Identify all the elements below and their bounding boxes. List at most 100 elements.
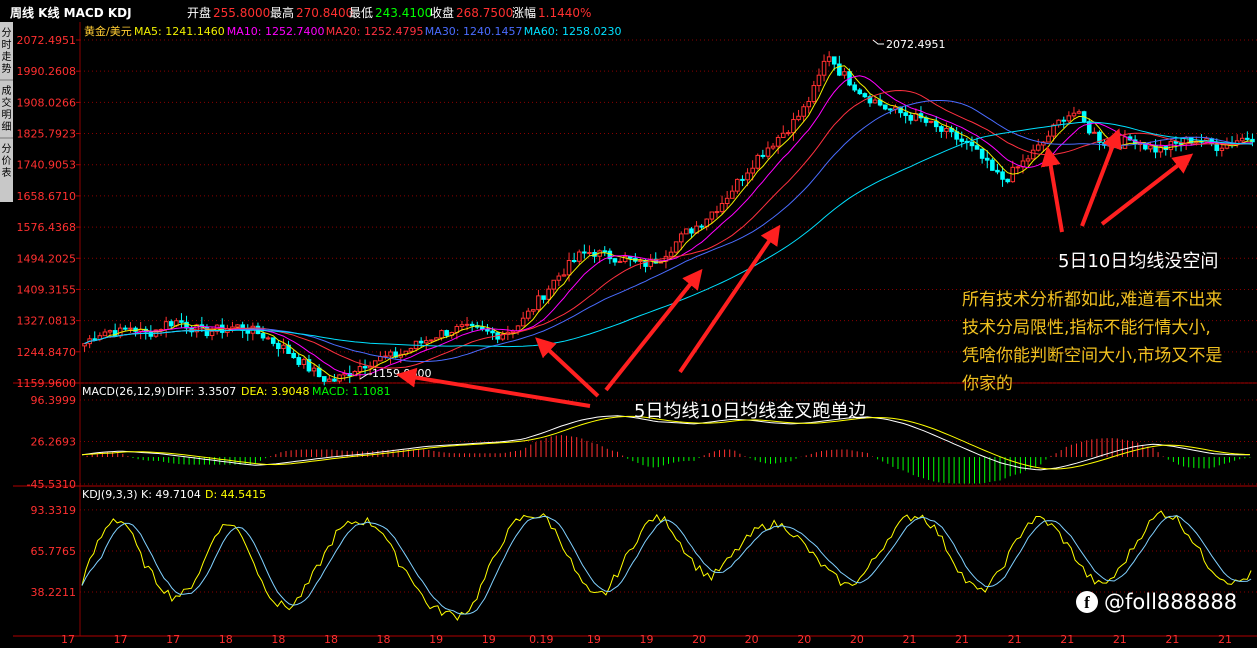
low-value: 243.4100 — [375, 6, 432, 20]
kdj-axis-label: 38.2211 — [31, 586, 77, 599]
macd-axis-label: 26.2693 — [31, 436, 77, 449]
candle-body — [940, 127, 944, 132]
side-tab-char: 交 — [2, 96, 12, 109]
change-label: 涨幅 — [512, 5, 536, 20]
candle-body — [1006, 179, 1010, 181]
ma-legend-item: MA20: 1252.4795 — [326, 25, 424, 38]
time-axis-label: 18 — [271, 633, 285, 644]
candle-body — [297, 358, 301, 365]
side-tab-char: 价 — [2, 155, 12, 167]
ma-legend-item: MA30: 1240.1457 — [425, 25, 523, 38]
candle-body — [771, 146, 775, 148]
macd-macd-value: MACD: 1.1081 — [312, 385, 391, 398]
candle-body — [124, 328, 128, 329]
candle-body — [889, 109, 893, 110]
kdj-axis: 93.3319 65.7765 38.2211 — [31, 504, 1257, 599]
max-price-callout: 2072.4951 — [873, 38, 946, 51]
side-tab-char: 分 — [2, 27, 12, 39]
kdj-axis-label: 93.3319 — [31, 504, 77, 517]
time-axis-label: 18 — [219, 633, 233, 644]
candle-body — [1026, 159, 1030, 161]
candle-body — [822, 61, 826, 75]
candle-body — [108, 331, 112, 332]
candle-body — [465, 324, 469, 325]
arrow-4 — [680, 228, 778, 372]
time-axis-label: 20 — [692, 633, 706, 644]
macd-axis-label: 96.3999 — [31, 394, 77, 407]
time-axis-label: 20 — [797, 633, 811, 644]
kdj-axis-label: 65.7765 — [31, 545, 77, 558]
arrow-7 — [1102, 156, 1190, 224]
candle-body — [741, 179, 745, 180]
candle-body — [424, 341, 428, 343]
candle-body — [613, 259, 617, 262]
side-tab-char: 势 — [2, 62, 12, 75]
candle-body — [562, 275, 566, 276]
ma-legend: MA5: 1241.1460MA10: 1252.7400MA20: 1252.… — [134, 25, 622, 38]
time-axis-label: 21 — [1113, 633, 1127, 644]
candle-body — [317, 368, 321, 376]
side-tab-char: 明 — [2, 109, 12, 121]
open-label: 开盘 — [187, 5, 211, 20]
candle-body — [271, 338, 275, 344]
price-axis-label: 1658.6710 — [17, 190, 77, 203]
arrow-6 — [1082, 132, 1118, 226]
candle-body — [430, 340, 434, 341]
candle-body — [843, 72, 847, 75]
candle-body — [236, 325, 240, 327]
candle-body — [1067, 116, 1071, 121]
candle-body — [710, 212, 714, 219]
time-axis: 1717171818181819190.19191920202020212121… — [61, 633, 1232, 644]
candle-body — [970, 142, 974, 145]
candle-body — [909, 115, 913, 120]
candle-body — [1062, 120, 1066, 121]
candle-body — [333, 379, 337, 381]
candle-body — [715, 212, 719, 213]
candle-body — [679, 234, 683, 242]
candle-body — [277, 343, 281, 348]
price-axis-label: 1409.3155 — [17, 283, 77, 296]
candle-body — [363, 367, 367, 368]
candle-body — [781, 133, 785, 137]
watermark: f @foll888888 — [1076, 590, 1237, 614]
candle-body — [302, 360, 306, 365]
candle-body — [761, 155, 765, 156]
candle-body — [389, 352, 393, 356]
facebook-icon: f — [1076, 591, 1098, 613]
candle-body — [440, 331, 444, 338]
candle-body — [996, 170, 1000, 172]
candle-body — [792, 120, 796, 133]
candle-body — [149, 332, 153, 336]
side-tab-char: 表 — [2, 166, 12, 179]
candle-body — [690, 229, 694, 233]
side-tab-char: 成 — [2, 85, 12, 97]
candle-body — [322, 377, 326, 382]
arrow-5 — [1048, 150, 1062, 232]
time-axis-label: 20 — [745, 633, 759, 644]
candle-body — [1001, 172, 1005, 179]
candle-body — [807, 102, 811, 107]
candle-body — [934, 121, 938, 126]
candle-body — [486, 329, 490, 331]
candle-body — [929, 121, 933, 122]
price-axis-label: 1908.0266 — [17, 96, 77, 109]
candle-body — [282, 345, 286, 348]
price-axis-label: 1327.0813 — [17, 315, 77, 328]
candle-body — [103, 332, 107, 336]
caption-no-room: 5日10日均线没空间 — [1058, 250, 1218, 274]
candle-body — [542, 296, 546, 299]
candle-body — [358, 367, 362, 372]
candle-body — [817, 75, 821, 85]
candle-body — [776, 137, 780, 146]
kdj-d-value: D: 44.5415 — [205, 488, 266, 501]
candle-body — [700, 226, 704, 227]
candle-body — [547, 289, 551, 299]
change-value: 1.1440% — [538, 6, 591, 20]
candle-body — [521, 318, 525, 326]
candle-body — [802, 107, 806, 117]
side-tab-char: 时 — [2, 39, 12, 51]
price-axis-label: 1159.9600 — [17, 377, 77, 390]
macd-series — [82, 416, 1250, 484]
candle-body — [736, 179, 740, 191]
candle-body — [639, 260, 643, 261]
